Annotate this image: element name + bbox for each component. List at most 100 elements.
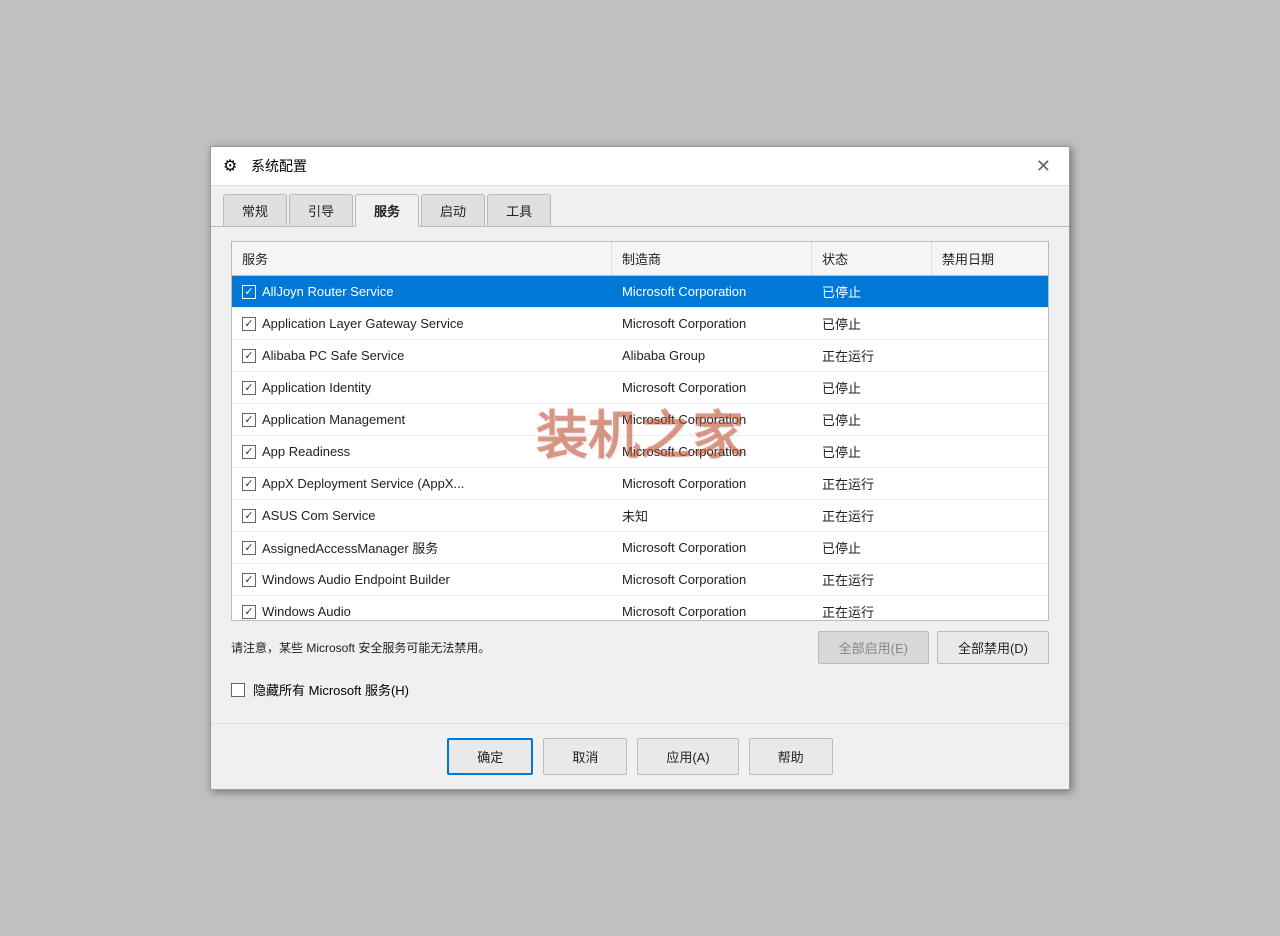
disable-date-cell xyxy=(932,446,1048,458)
table-row[interactable]: ✓ Application Layer Gateway Service Micr… xyxy=(232,308,1048,340)
table-row[interactable]: ✓ Alibaba PC Safe Service Alibaba Group … xyxy=(232,340,1048,372)
apply-button[interactable]: 应用(A) xyxy=(637,738,738,775)
tab-services[interactable]: 服务 xyxy=(355,194,419,227)
footer-button-row: 确定 取消 应用(A) 帮助 xyxy=(211,723,1069,789)
col-disable-date: 禁用日期 xyxy=(932,242,1048,275)
services-table: 服务 制造商 状态 禁用日期 ✓ AllJoyn Router Service xyxy=(231,241,1049,621)
ok-button[interactable]: 确定 xyxy=(447,738,533,775)
table-header: 服务 制造商 状态 禁用日期 xyxy=(232,242,1048,276)
table-body[interactable]: ✓ AllJoyn Router Service Microsoft Corpo… xyxy=(232,276,1048,620)
table-row[interactable]: ✓ ASUS Com Service 未知 正在运行 xyxy=(232,500,1048,532)
service-checkbox[interactable]: ✓ xyxy=(242,573,256,587)
status-cell: 正在运行 xyxy=(812,596,932,620)
window-icon: ⚙ xyxy=(223,156,243,176)
status-cell: 正在运行 xyxy=(812,468,932,499)
col-manufacturer: 制造商 xyxy=(612,242,812,275)
manufacturer-cell: Microsoft Corporation xyxy=(612,310,812,337)
notice-text: 请注意，某些 Microsoft 安全服务可能无法禁用。 xyxy=(231,639,808,656)
hide-microsoft-row: 隐藏所有 Microsoft 服务(H) xyxy=(231,670,1049,703)
manufacturer-cell: Microsoft Corporation xyxy=(612,278,812,305)
disable-date-cell xyxy=(932,510,1048,522)
system-config-window: ⚙ 系统配置 ✕ 常规 引导 服务 启动 工具 装机之家 服务 制造商 状态 禁… xyxy=(210,146,1070,790)
service-name-cell: ✓ Application Management xyxy=(232,406,612,433)
close-button[interactable]: ✕ xyxy=(1030,155,1057,177)
table-row[interactable]: ✓ Application Management Microsoft Corpo… xyxy=(232,404,1048,436)
tab-bar: 常规 引导 服务 启动 工具 xyxy=(211,186,1069,227)
manufacturer-cell: Microsoft Corporation xyxy=(612,598,812,620)
col-service: 服务 xyxy=(232,242,612,275)
manufacturer-cell: Microsoft Corporation xyxy=(612,406,812,433)
service-checkbox[interactable]: ✓ xyxy=(242,509,256,523)
manufacturer-cell: 未知 xyxy=(612,500,812,531)
service-name-cell: ✓ Windows Audio Endpoint Builder xyxy=(232,566,612,593)
disable-date-cell xyxy=(932,542,1048,554)
tab-tools[interactable]: 工具 xyxy=(487,194,551,226)
table-row[interactable]: ✓ AppX Deployment Service (AppX... Micro… xyxy=(232,468,1048,500)
disable-date-cell xyxy=(932,574,1048,586)
service-checkbox[interactable]: ✓ xyxy=(242,413,256,427)
enable-all-button[interactable]: 全部启用(E) xyxy=(818,631,929,664)
table-row[interactable]: ✓ AllJoyn Router Service Microsoft Corpo… xyxy=(232,276,1048,308)
status-cell: 已停止 xyxy=(812,276,932,307)
disable-date-cell xyxy=(932,414,1048,426)
status-cell: 正在运行 xyxy=(812,564,932,595)
manufacturer-cell: Microsoft Corporation xyxy=(612,566,812,593)
service-checkbox[interactable]: ✓ xyxy=(242,349,256,363)
disable-date-cell xyxy=(932,478,1048,490)
status-cell: 已停止 xyxy=(812,308,932,339)
cancel-button[interactable]: 取消 xyxy=(543,738,627,775)
service-checkbox[interactable]: ✓ xyxy=(242,477,256,491)
title-bar: ⚙ 系统配置 ✕ xyxy=(211,147,1069,186)
manufacturer-cell: Microsoft Corporation xyxy=(612,534,812,561)
service-checkbox[interactable]: ✓ xyxy=(242,317,256,331)
service-checkbox[interactable]: ✓ xyxy=(242,285,256,299)
disable-date-cell xyxy=(932,382,1048,394)
manufacturer-cell: Alibaba Group xyxy=(612,342,812,369)
service-name-cell: ✓ Alibaba PC Safe Service xyxy=(232,342,612,369)
disable-date-cell xyxy=(932,286,1048,298)
table-row[interactable]: ✓ AssignedAccessManager 服务 Microsoft Cor… xyxy=(232,532,1048,564)
manufacturer-cell: Microsoft Corporation xyxy=(612,470,812,497)
service-checkbox[interactable]: ✓ xyxy=(242,541,256,555)
disable-date-cell xyxy=(932,350,1048,362)
service-name-cell: ✓ Windows Audio xyxy=(232,598,612,620)
status-cell: 正在运行 xyxy=(812,340,932,371)
content-area: 装机之家 服务 制造商 状态 禁用日期 ✓ Al xyxy=(211,227,1069,717)
status-cell: 已停止 xyxy=(812,404,932,435)
tab-general[interactable]: 常规 xyxy=(223,194,287,226)
hide-microsoft-label: 隐藏所有 Microsoft 服务(H) xyxy=(253,680,409,699)
disable-date-cell xyxy=(932,606,1048,618)
manufacturer-cell: Microsoft Corporation xyxy=(612,374,812,401)
service-name-cell: ✓ AppX Deployment Service (AppX... xyxy=(232,470,612,497)
col-status: 状态 xyxy=(812,242,932,275)
action-buttons: 全部启用(E) 全部禁用(D) xyxy=(818,631,1049,664)
service-name-cell: ✓ Application Identity xyxy=(232,374,612,401)
service-checkbox[interactable]: ✓ xyxy=(242,605,256,619)
disable-all-button[interactable]: 全部禁用(D) xyxy=(937,631,1049,664)
hide-microsoft-checkbox[interactable] xyxy=(231,683,245,697)
service-name-cell: ✓ Application Layer Gateway Service xyxy=(232,310,612,337)
title-bar-left: ⚙ 系统配置 xyxy=(223,156,307,176)
service-checkbox[interactable]: ✓ xyxy=(242,445,256,459)
table-row[interactable]: ✓ App Readiness Microsoft Corporation 已停… xyxy=(232,436,1048,468)
window-title: 系统配置 xyxy=(251,156,307,176)
tab-startup[interactable]: 启动 xyxy=(421,194,485,226)
tab-boot[interactable]: 引导 xyxy=(289,194,353,226)
service-checkbox[interactable]: ✓ xyxy=(242,381,256,395)
service-name-cell: ✓ App Readiness xyxy=(232,438,612,465)
table-row[interactable]: ✓ Application Identity Microsoft Corpora… xyxy=(232,372,1048,404)
table-row[interactable]: ✓ Windows Audio Microsoft Corporation 正在… xyxy=(232,596,1048,620)
help-button[interactable]: 帮助 xyxy=(749,738,833,775)
status-cell: 正在运行 xyxy=(812,500,932,531)
manufacturer-cell: Microsoft Corporation xyxy=(612,438,812,465)
table-row[interactable]: ✓ Windows Audio Endpoint Builder Microso… xyxy=(232,564,1048,596)
services-table-wrapper: 装机之家 服务 制造商 状态 禁用日期 ✓ Al xyxy=(231,241,1049,621)
status-cell: 已停止 xyxy=(812,436,932,467)
service-name-cell: ✓ AllJoyn Router Service xyxy=(232,278,612,305)
disable-date-cell xyxy=(932,318,1048,330)
service-name-cell: ✓ AssignedAccessManager 服务 xyxy=(232,532,612,563)
service-name-cell: ✓ ASUS Com Service xyxy=(232,502,612,529)
status-cell: 已停止 xyxy=(812,532,932,563)
notice-row: 请注意，某些 Microsoft 安全服务可能无法禁用。 全部启用(E) 全部禁… xyxy=(231,621,1049,670)
status-cell: 已停止 xyxy=(812,372,932,403)
